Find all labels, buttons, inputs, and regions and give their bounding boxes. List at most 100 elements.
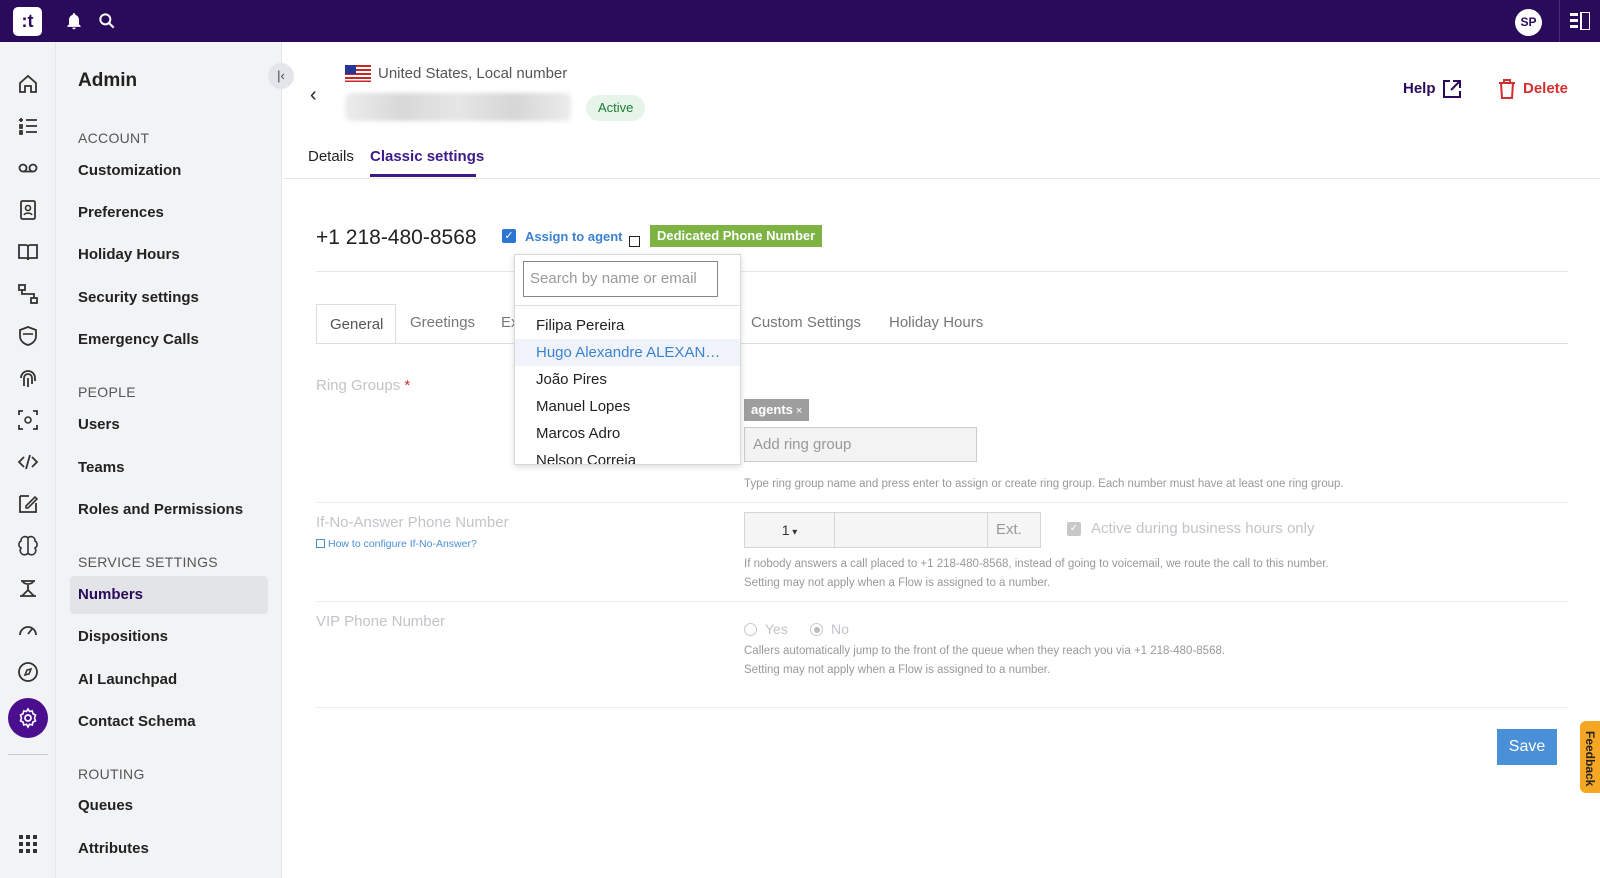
- contacts-icon[interactable]: [16, 198, 40, 222]
- agent-dropdown: Search by name or email Filipa Pereira H…: [514, 254, 741, 465]
- sidebar-item-security-settings[interactable]: Security settings: [70, 279, 268, 317]
- phone-number: +1 218-480-8568: [316, 226, 477, 249]
- back-button[interactable]: ‹: [310, 84, 317, 107]
- sidebar-item-dispositions[interactable]: Dispositions: [70, 618, 268, 656]
- sidebar-title: Admin: [78, 70, 138, 91]
- divider: [1559, 0, 1560, 42]
- sidebar-item-emergency-calls[interactable]: Emergency Calls: [70, 321, 268, 359]
- save-button[interactable]: Save: [1497, 729, 1557, 765]
- ifna-howto-link[interactable]: How to configure If-No-Answer?: [316, 538, 477, 550]
- form-divider: [316, 707, 1568, 708]
- sidebar-item-holiday-hours[interactable]: Holiday Hours: [70, 236, 268, 274]
- vip-no-radio[interactable]: [810, 623, 823, 636]
- country-code-select[interactable]: 1 ▾: [745, 513, 835, 547]
- voicemail-icon[interactable]: [16, 156, 40, 180]
- status-badge: Active: [586, 95, 646, 121]
- tab-details[interactable]: Details: [308, 148, 354, 165]
- gauge-icon[interactable]: [16, 618, 40, 642]
- assign-agent-label[interactable]: Assign to agent: [525, 229, 623, 244]
- bell-icon[interactable]: [64, 11, 84, 31]
- active-hours-checkbox[interactable]: ✓: [1067, 522, 1081, 536]
- sidebar-item-attributes[interactable]: Attributes: [70, 830, 268, 868]
- dropdown-divider: [515, 305, 740, 306]
- side-panel-icon[interactable]: [1570, 12, 1590, 30]
- rail-divider: [8, 754, 48, 755]
- top-bar: :t SP: [0, 0, 1600, 42]
- redacted-phone-number: [345, 93, 571, 121]
- subtab-holiday-hours[interactable]: Holiday Hours: [889, 314, 983, 331]
- agent-search-input[interactable]: Search by name or email: [523, 261, 718, 297]
- vip-yes-radio[interactable]: [744, 623, 757, 636]
- subtab-custom-settings[interactable]: Custom Settings: [751, 314, 861, 331]
- avatar[interactable]: SP: [1515, 9, 1542, 36]
- sidebar-item-roles[interactable]: Roles and Permissions: [70, 491, 268, 529]
- external-link-icon[interactable]: [1441, 78, 1463, 100]
- agent-option[interactable]: Filipa Pereira: [515, 312, 740, 339]
- ring-group-hint: Type ring group name and press enter to …: [744, 478, 1344, 490]
- ifna-hint-2: Setting may not apply when a Flow is ass…: [744, 577, 1051, 589]
- header-divider: [283, 178, 1600, 179]
- remove-tag-icon[interactable]: ×: [796, 405, 802, 417]
- collapse-sidebar-button[interactable]: |‹: [268, 63, 294, 89]
- trash-icon[interactable]: [1497, 78, 1517, 100]
- ring-group-tag[interactable]: agents ×: [744, 399, 810, 421]
- flow-icon[interactable]: [16, 282, 40, 306]
- book-icon[interactable]: [16, 240, 40, 264]
- subtab-general[interactable]: General: [330, 316, 383, 333]
- search-icon[interactable]: [97, 11, 117, 31]
- edit-icon[interactable]: [16, 492, 40, 516]
- vip-no-label: No: [831, 621, 849, 637]
- capture-icon[interactable]: [16, 408, 40, 432]
- vip-yes-label: Yes: [765, 621, 788, 637]
- ifna-phone-input-group: 1 ▾ Ext.: [744, 512, 1041, 548]
- agent-option[interactable]: João Pires: [515, 366, 740, 393]
- list-icon[interactable]: [16, 114, 40, 138]
- section-service-settings: SERVICE SETTINGS: [78, 554, 218, 570]
- link-box-icon: [316, 539, 325, 548]
- assign-agent-checkbox[interactable]: ✓: [502, 229, 516, 243]
- apps-grid-icon[interactable]: [16, 832, 40, 856]
- tab-classic-settings[interactable]: Classic settings: [370, 148, 484, 165]
- home-icon[interactable]: [16, 72, 40, 96]
- sidebar-item-numbers[interactable]: Numbers: [70, 576, 268, 614]
- ring-groups-label: Ring Groups *: [316, 377, 411, 394]
- sidebar-item-customization[interactable]: Customization: [70, 152, 268, 190]
- sidebar-item-preferences[interactable]: Preferences: [70, 194, 268, 232]
- ifna-label: If-No-Answer Phone Number: [316, 514, 509, 531]
- shield-icon[interactable]: [16, 324, 40, 348]
- add-ring-group-input[interactable]: Add ring group: [744, 427, 977, 462]
- code-icon[interactable]: [16, 450, 40, 474]
- row-divider: [316, 271, 1568, 272]
- subtabs-divider: [316, 343, 1568, 344]
- active-tab-indicator: [370, 174, 476, 177]
- compass-icon[interactable]: [16, 660, 40, 684]
- caret-down-icon: ▾: [789, 527, 798, 538]
- form-divider: [316, 502, 1568, 503]
- subtab-greetings[interactable]: Greetings: [410, 314, 475, 331]
- agent-icon[interactable]: [16, 576, 40, 600]
- fingerprint-icon[interactable]: [16, 366, 40, 390]
- feedback-label[interactable]: Feedback: [1583, 731, 1597, 786]
- sidebar-item-queues[interactable]: Queues: [70, 787, 268, 825]
- agent-option[interactable]: Nelson Correia: [515, 447, 740, 464]
- brain-icon[interactable]: [16, 534, 40, 558]
- number-type: United States, Local number: [378, 65, 568, 82]
- app-logo[interactable]: :t: [13, 7, 42, 36]
- sidebar-item-ai-launchpad[interactable]: AI Launchpad: [70, 661, 268, 699]
- help-link[interactable]: Help: [1403, 80, 1436, 97]
- dedicated-number-badge: Dedicated Phone Number: [650, 225, 823, 247]
- sidebar-item-teams[interactable]: Teams: [70, 449, 268, 487]
- extension-input[interactable]: Ext.: [987, 513, 1040, 547]
- delete-button[interactable]: Delete: [1523, 80, 1568, 97]
- section-people: PEOPLE: [78, 384, 136, 400]
- section-routing: ROUTING: [78, 766, 145, 782]
- sidebar-item-contact-schema[interactable]: Contact Schema: [70, 703, 268, 741]
- settings-gear-icon[interactable]: [16, 706, 40, 730]
- agent-option[interactable]: Marcos Adro: [515, 420, 740, 447]
- agent-option-hovered[interactable]: Hugo Alexandre ALEXAN…: [515, 339, 740, 366]
- vip-hint-1: Callers automatically jump to the front …: [744, 645, 1226, 657]
- ifna-hint-1: If nobody answers a call placed to +1 21…: [744, 558, 1329, 570]
- sidebar-item-users[interactable]: Users: [70, 406, 268, 444]
- agent-option[interactable]: Manuel Lopes: [515, 393, 740, 420]
- square-icon[interactable]: [629, 236, 640, 247]
